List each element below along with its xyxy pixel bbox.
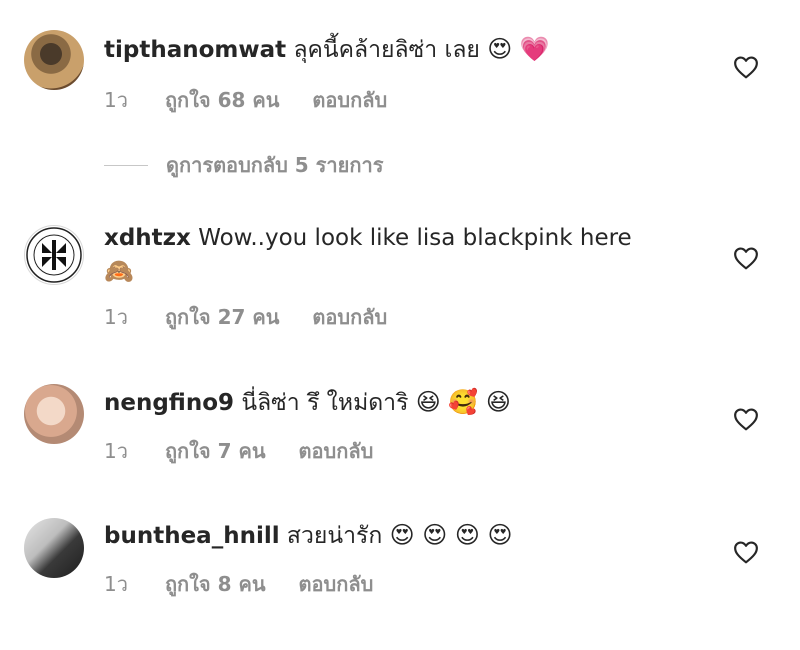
comment-emojis: 😍 😍 😍 😍	[389, 521, 513, 549]
likes-count[interactable]: ถูกใจ 68 คน	[165, 88, 280, 112]
comment-body: nengfino9 นี่ลิซ่า รึ ใหม่ดาริ 😆 🥰 😆	[104, 385, 511, 420]
heart-outline-icon[interactable]	[733, 540, 759, 564]
comment-body-line2: 🙈	[104, 254, 134, 289]
likes-count[interactable]: ถูกใจ 27 คน	[165, 305, 280, 329]
timestamp[interactable]: 1ว	[104, 88, 128, 112]
likes-count[interactable]: ถูกใจ 8 คน	[165, 572, 266, 596]
heart-outline-icon[interactable]	[733, 55, 759, 79]
reply-button[interactable]: ตอบกลับ	[299, 572, 374, 596]
reply-button[interactable]: ตอบกลับ	[312, 305, 387, 329]
divider	[104, 164, 148, 166]
username-link[interactable]: tipthanomwat	[104, 37, 286, 63]
comment-emojis: 🙈	[104, 257, 134, 285]
timestamp[interactable]: 1ว	[104, 572, 128, 596]
timestamp[interactable]: 1ว	[104, 439, 128, 463]
comment-body: bunthea_hnill สวยน่ารัก 😍 😍 😍 😍	[104, 518, 513, 553]
comment-text: สวยน่ารัก	[286, 523, 383, 549]
username-link[interactable]: nengfino9	[104, 390, 234, 416]
comment-body: xdhtzx Wow..you look like lisa blackpink…	[104, 221, 632, 255]
reply-button[interactable]: ตอบกลับ	[312, 88, 387, 112]
comment-meta: 1ว ถูกใจ 8 คน ตอบกลับ	[104, 568, 399, 600]
reply-button[interactable]: ตอบกลับ	[299, 439, 374, 463]
view-replies-button[interactable]: ดูการตอบกลับ 5 รายการ	[104, 148, 383, 182]
avatar[interactable]	[24, 225, 84, 285]
username-link[interactable]: xdhtzx	[104, 225, 191, 251]
timestamp[interactable]: 1ว	[104, 305, 128, 329]
comment-meta: 1ว ถูกใจ 7 คน ตอบกลับ	[104, 435, 399, 467]
comment-text: Wow..you look like lisa blackpink here	[198, 225, 632, 251]
comment-emojis: 😍 💗	[487, 35, 550, 63]
avatar[interactable]	[24, 384, 84, 444]
likes-count[interactable]: ถูกใจ 7 คน	[165, 439, 266, 463]
comment-body: tipthanomwat ลุคนี้คล้ายลิซ่า เลย 😍 💗	[104, 32, 550, 67]
comment-meta: 1ว ถูกใจ 27 คน ตอบกลับ	[104, 301, 413, 333]
username-link[interactable]: bunthea_hnill	[104, 523, 280, 549]
comment-text: ลุคนี้คล้ายลิซ่า เลย	[293, 37, 480, 63]
view-replies-label: ดูการตอบกลับ 5 รายการ	[166, 153, 384, 177]
avatar[interactable]	[24, 30, 84, 90]
comment-text: นี่ลิซ่า รึ ใหม่ดาริ	[241, 390, 409, 416]
heart-outline-icon[interactable]	[733, 407, 759, 431]
comment-meta: 1ว ถูกใจ 68 คน ตอบกลับ	[104, 84, 413, 116]
avatar-logo	[26, 227, 82, 283]
avatar[interactable]	[24, 518, 84, 578]
comment-emojis: 😆 🥰 😆	[415, 388, 511, 416]
heart-outline-icon[interactable]	[733, 246, 759, 270]
